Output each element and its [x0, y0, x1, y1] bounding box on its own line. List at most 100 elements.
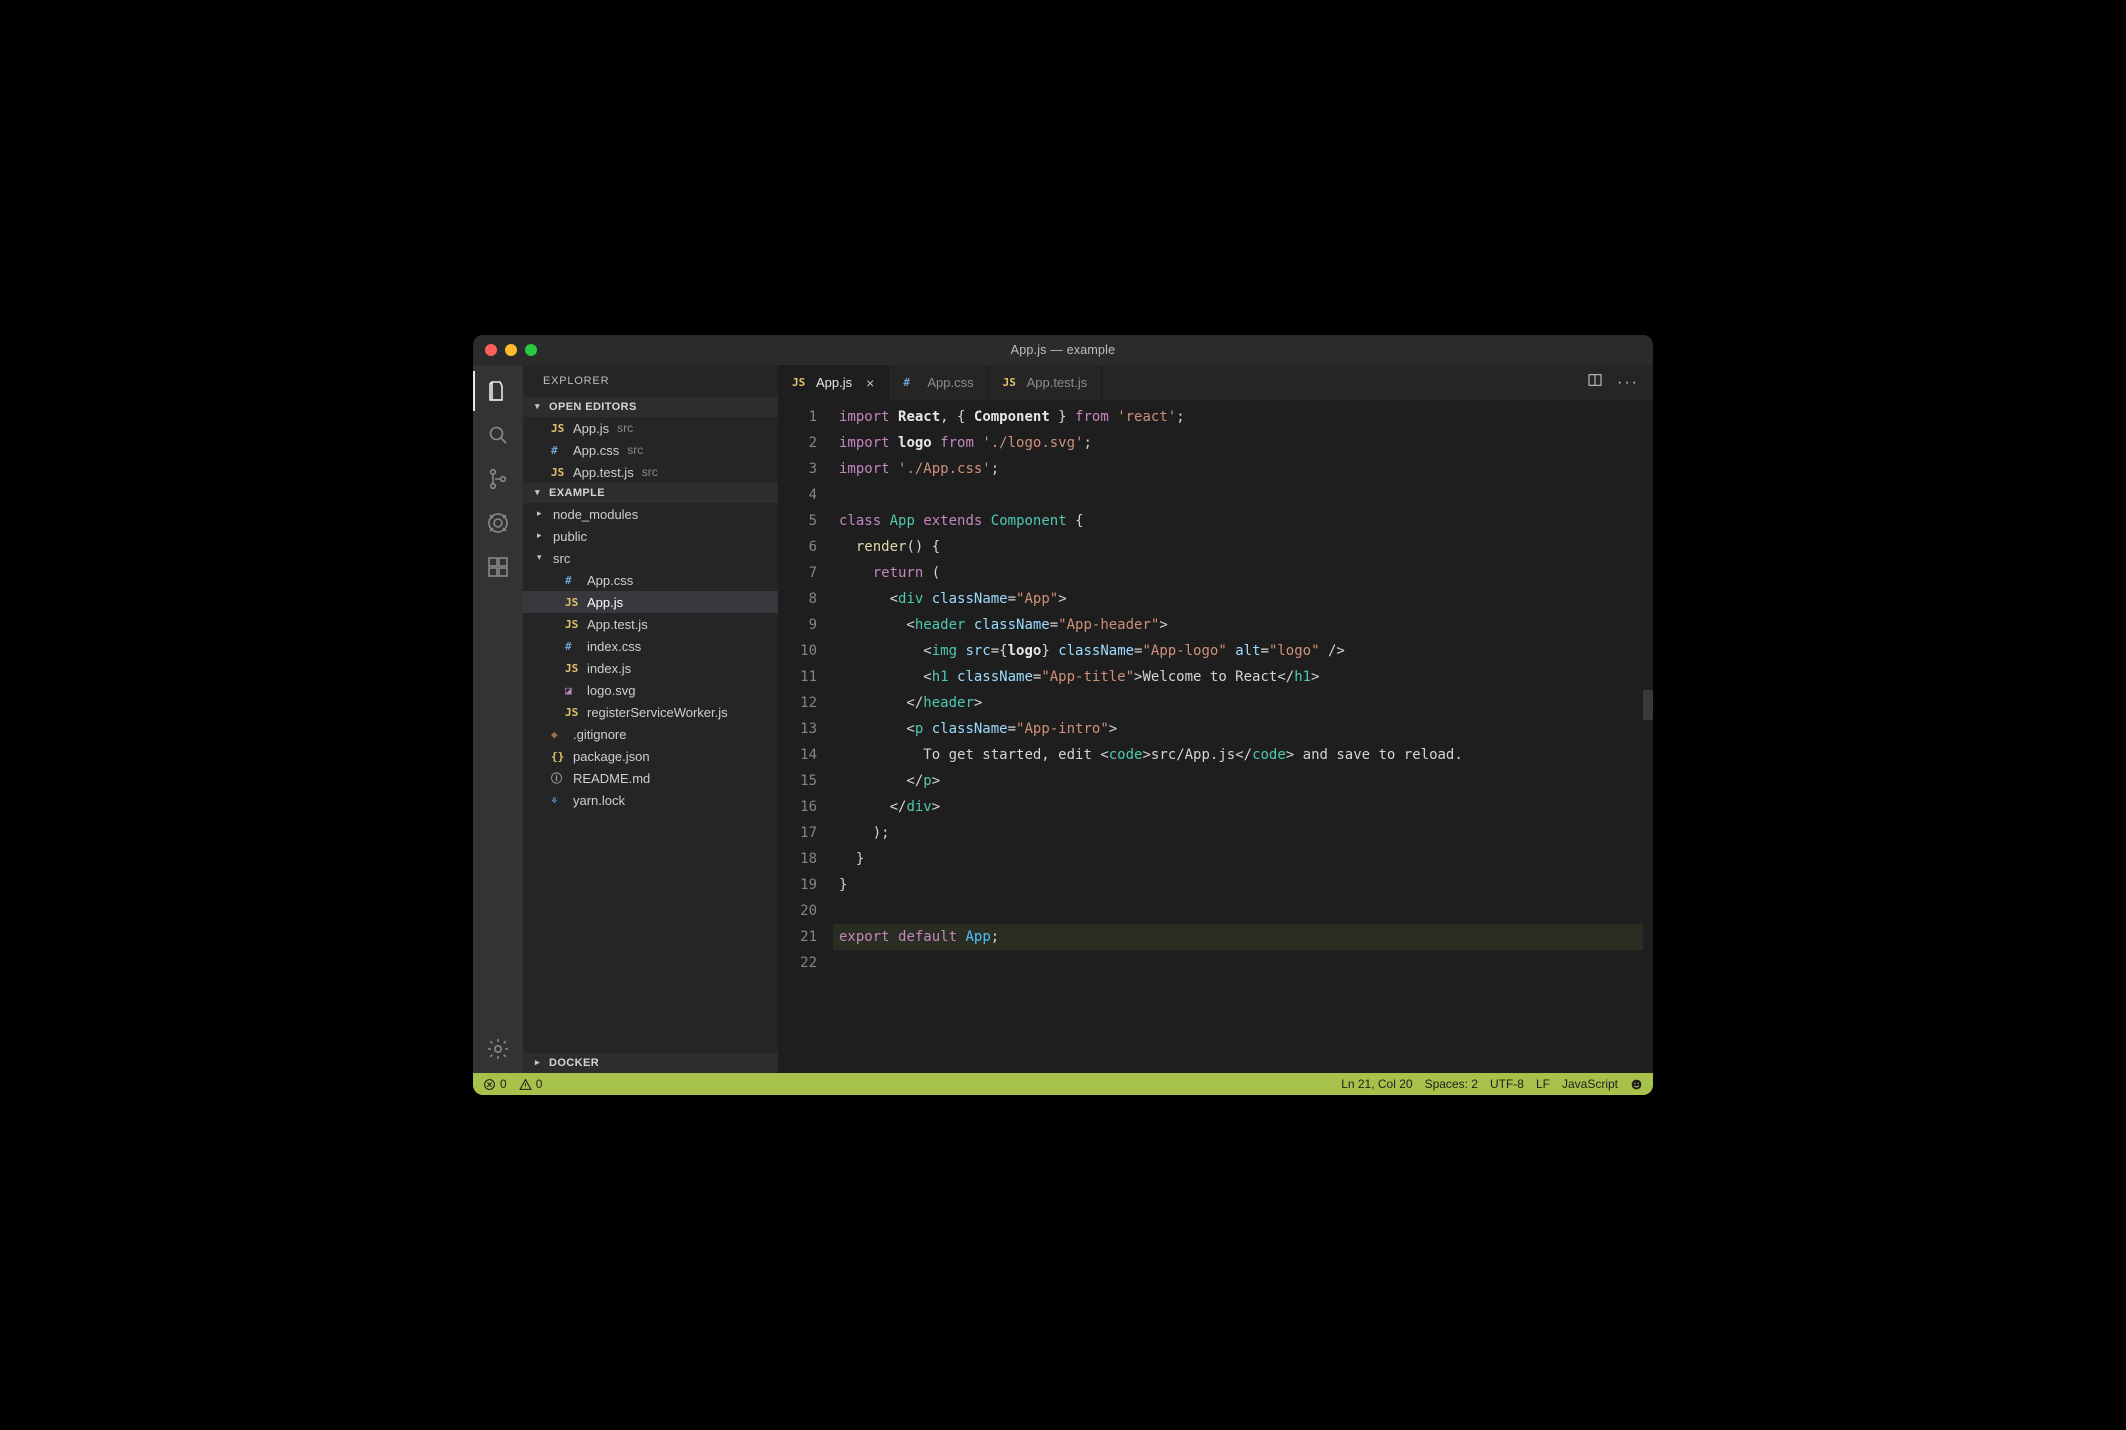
open-editors-list: JSApp.jssrc#App.csssrcJSApp.test.jssrc [523, 417, 778, 483]
window-controls [485, 344, 537, 356]
tab-label: App.js [816, 375, 852, 390]
file-icon: # [903, 376, 919, 389]
tabs: JS App.js × # App.css JSApp.test.js ··· [778, 365, 1653, 400]
status-warnings[interactable]: 0 [519, 1077, 543, 1091]
file-icon: JS [565, 618, 581, 631]
chevron-down-icon: ▾ [537, 552, 547, 563]
debug-icon[interactable] [484, 509, 512, 537]
file-name: logo.svg [587, 683, 635, 698]
file-item[interactable]: JS App.test.js [523, 613, 778, 635]
open-editor-item[interactable]: #App.csssrc [523, 439, 778, 461]
file-item[interactable]: {}package.json [523, 745, 778, 767]
project-header[interactable]: ▾ EXAMPLE [523, 483, 778, 503]
sidebar: EXPLORER ▾ OPEN EDITORS JSApp.jssrc#App.… [523, 365, 778, 1073]
file-item[interactable]: JSregisterServiceWorker.js [523, 701, 778, 723]
file-icon: ◪ [565, 684, 581, 697]
file-icon: # [565, 640, 581, 653]
file-icon: {} [551, 750, 567, 763]
open-editors-label: OPEN EDITORS [549, 401, 637, 413]
search-icon[interactable] [484, 421, 512, 449]
source-control-icon[interactable] [484, 465, 512, 493]
file-item[interactable]: JSApp.js [523, 591, 778, 613]
status-language[interactable]: JavaScript [1562, 1077, 1618, 1091]
folder-item[interactable]: ▸ node_modules [523, 503, 778, 525]
open-editor-item[interactable]: JSApp.test.jssrc [523, 461, 778, 483]
status-eol[interactable]: LF [1536, 1077, 1550, 1091]
file-icon: ◆ [551, 728, 567, 741]
file-name: README.md [573, 771, 650, 786]
file-name: App.test.js [587, 617, 648, 632]
status-warnings-count: 0 [536, 1077, 543, 1091]
folder-name: node_modules [553, 507, 638, 522]
file-name: App.css [587, 573, 633, 588]
tab-label: App.test.js [1027, 375, 1088, 390]
file-icon: JS [551, 466, 567, 479]
file-icon: JS [551, 422, 567, 435]
close-window-button[interactable] [485, 344, 497, 356]
file-item[interactable]: ⓘ README.md [523, 767, 778, 789]
file-item[interactable]: # App.css [523, 569, 778, 591]
code-area[interactable]: import React, { Component } from 'react'… [833, 400, 1653, 1073]
file-name: index.css [587, 639, 641, 654]
status-errors-count: 0 [500, 1077, 507, 1091]
open-editors-header[interactable]: ▾ OPEN EDITORS [523, 397, 778, 417]
minimize-window-button[interactable] [505, 344, 517, 356]
file-icon: # [551, 444, 567, 457]
activity-bar [473, 365, 523, 1073]
file-name: yarn.lock [573, 793, 625, 808]
file-icon: JS [565, 706, 581, 719]
tab-label: App.css [927, 375, 973, 390]
chevron-right-icon: ▸ [537, 530, 547, 541]
file-name: App.css [573, 443, 619, 458]
folder-name: public [553, 529, 587, 544]
tab-actions: ··· [1587, 365, 1653, 400]
chevron-down-icon: ▾ [535, 401, 545, 412]
open-editor-item[interactable]: JS App.js src [523, 417, 778, 439]
status-encoding[interactable]: UTF-8 [1490, 1077, 1524, 1091]
window-title: App.js — example [1011, 343, 1116, 357]
file-icon: ⚘ [551, 794, 567, 807]
file-name: index.js [587, 661, 631, 676]
file-item[interactable]: JS index.js [523, 657, 778, 679]
file-hint: src [642, 465, 658, 479]
maximize-window-button[interactable] [525, 344, 537, 356]
settings-gear-icon[interactable] [484, 1035, 512, 1063]
folder-item[interactable]: ▾ src [523, 547, 778, 569]
close-tab-icon[interactable]: × [866, 375, 874, 391]
file-item[interactable]: ◪ logo.svg [523, 679, 778, 701]
file-hint: src [617, 421, 633, 435]
file-icon: JS [565, 662, 581, 675]
project-tree: ▸ node_modules ▸ public ▾ src # App.css JSApp.js… [523, 503, 778, 811]
file-name: App.js [573, 421, 609, 436]
titlebar: App.js — example [473, 335, 1653, 365]
project-label: EXAMPLE [549, 487, 605, 499]
chevron-right-icon: ▸ [535, 1057, 545, 1068]
status-errors[interactable]: 0 [483, 1077, 507, 1091]
file-name: .gitignore [573, 727, 626, 742]
file-item[interactable]: ⚘ yarn.lock [523, 789, 778, 811]
main-area: EXPLORER ▾ OPEN EDITORS JSApp.jssrc#App.… [473, 365, 1653, 1073]
split-editor-icon[interactable] [1587, 372, 1603, 393]
tab[interactable]: # App.css [889, 365, 988, 400]
tab[interactable]: JS App.js × [778, 365, 889, 400]
status-indent[interactable]: Spaces: 2 [1425, 1077, 1478, 1091]
file-icon: ⓘ [551, 770, 567, 786]
status-cursor[interactable]: Ln 21, Col 20 [1341, 1077, 1412, 1091]
editor[interactable]: 12345678910111213141516171819202122 impo… [778, 400, 1653, 1073]
status-feedback-icon[interactable] [1630, 1078, 1643, 1091]
file-item[interactable]: # index.css [523, 635, 778, 657]
more-actions-icon[interactable]: ··· [1617, 374, 1639, 392]
extensions-icon[interactable] [484, 553, 512, 581]
file-item[interactable]: ◆ .gitignore [523, 723, 778, 745]
file-icon: JS [792, 376, 808, 389]
status-bar: 0 0 Ln 21, Col 20 Spaces: 2 UTF-8 LF Jav… [473, 1073, 1653, 1095]
explorer-icon[interactable] [484, 377, 512, 405]
folder-item[interactable]: ▸ public [523, 525, 778, 547]
folder-name: src [553, 551, 570, 566]
file-icon: JS [565, 596, 581, 609]
file-icon: # [565, 574, 581, 587]
docker-header[interactable]: ▸ DOCKER [523, 1053, 778, 1073]
line-gutter: 12345678910111213141516171819202122 [778, 400, 833, 1073]
tab[interactable]: JSApp.test.js [989, 365, 1103, 400]
chevron-right-icon: ▸ [537, 508, 547, 519]
